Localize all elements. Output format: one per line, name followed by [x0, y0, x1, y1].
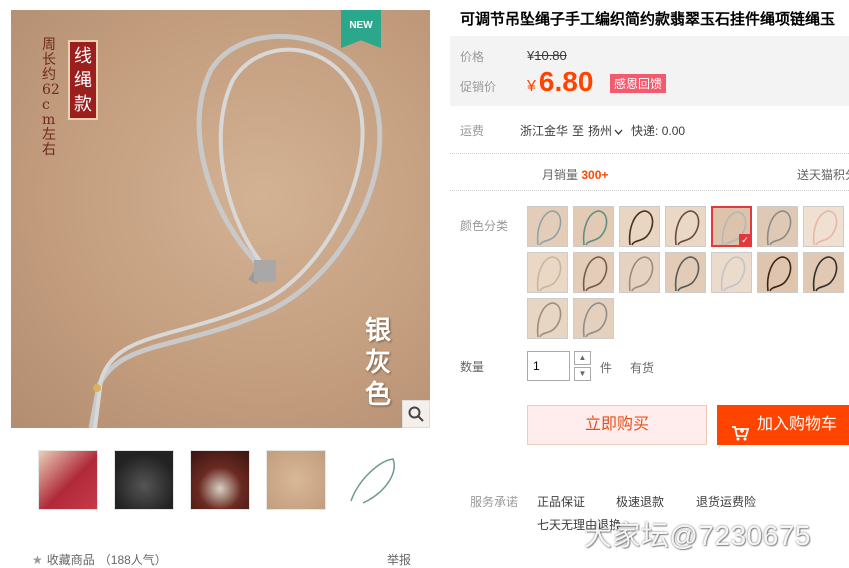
- chevron-down-icon[interactable]: [614, 124, 623, 138]
- original-price-value: 10.80: [534, 48, 567, 63]
- color-swatch[interactable]: [711, 252, 752, 293]
- selected-check-icon: ✓: [739, 234, 750, 245]
- add-to-cart-label: 加入购物车: [757, 416, 838, 433]
- swatch-cord-drawing: [812, 210, 838, 246]
- swatch-cord-drawing: [812, 256, 838, 292]
- color-swatch[interactable]: [573, 206, 614, 247]
- color-swatch[interactable]: ✓: [711, 206, 752, 247]
- price-label: 价格: [460, 50, 485, 64]
- length-note: 周长约62cm左右: [42, 37, 60, 158]
- swatch-cord-drawing: [536, 302, 562, 338]
- swatch-cord-drawing: [674, 256, 700, 292]
- swatch-cord-drawing: [582, 302, 608, 338]
- buy-now-button[interactable]: 立即购买: [527, 405, 707, 445]
- color-name-overlay: 银灰色: [365, 316, 392, 410]
- cart-icon: [731, 417, 750, 445]
- swatch-cord-drawing: [582, 256, 608, 292]
- promo-tag: 感恩回馈: [610, 74, 667, 93]
- thumbnail-strip: [38, 450, 402, 510]
- color-swatch[interactable]: [757, 252, 798, 293]
- thumbnail-1[interactable]: [38, 450, 98, 510]
- zoom-button[interactable]: [402, 400, 430, 428]
- popularity-count: （188人气）: [98, 553, 167, 567]
- monthly-sales-count: 300+: [581, 168, 609, 182]
- main-product-image[interactable]: NEW 周长约62cm左右 线绳款 银灰色: [11, 10, 430, 428]
- cord-thumbnail-drawing: [350, 458, 395, 504]
- magnifier-icon: [408, 406, 424, 422]
- stock-status: 有货: [630, 361, 655, 375]
- thumbnail-2[interactable]: [114, 450, 174, 510]
- color-swatch[interactable]: [619, 206, 660, 247]
- promo-price-value: 6.80: [538, 66, 594, 97]
- swatch-cord-drawing: [582, 210, 608, 246]
- color-swatch[interactable]: [665, 206, 706, 247]
- quantity-unit: 件: [600, 361, 613, 375]
- monthly-sales-label: 月销量: [542, 168, 579, 182]
- promo-price: ¥6.80: [527, 66, 593, 98]
- swatch-cord-drawing: [720, 256, 746, 292]
- shipping-row: 运费 浙江金华 至 扬州 快递: 0.00: [460, 122, 849, 139]
- color-swatch[interactable]: [573, 252, 614, 293]
- ship-to-word: 至: [572, 124, 585, 138]
- color-swatch[interactable]: [665, 252, 706, 293]
- swatch-cord-drawing: [766, 210, 792, 246]
- quantity-label: 数量: [460, 360, 485, 374]
- swatch-cord-drawing: [536, 210, 562, 246]
- color-swatch[interactable]: [527, 252, 568, 293]
- favorite-label: 收藏商品: [46, 553, 95, 567]
- color-swatch[interactable]: [803, 206, 844, 247]
- tmall-points: 送天猫积分: [797, 168, 849, 182]
- promo-price-label: 促销价: [460, 80, 497, 94]
- sales-row: 月销量 300+ 送天猫积分: [450, 153, 849, 191]
- service-item[interactable]: 正品保证: [537, 493, 585, 510]
- price-panel: 价格 ¥10.80 促销价 ¥6.80 感恩回馈: [450, 36, 849, 106]
- color-swatch[interactable]: [803, 252, 844, 293]
- thumbnail-3[interactable]: [190, 450, 250, 510]
- quantity-increase-button[interactable]: ▲: [574, 351, 591, 365]
- favorite-link[interactable]: ★ 收藏商品 （188人气）: [32, 551, 167, 568]
- star-icon: ★: [32, 552, 43, 567]
- service-item[interactable]: 极速退款: [616, 493, 664, 510]
- quantity-decrease-button[interactable]: ▼: [574, 367, 591, 381]
- thumbnail-5[interactable]: [342, 450, 402, 510]
- color-swatch[interactable]: [757, 206, 798, 247]
- monthly-sales: 月销量 300+: [542, 166, 608, 183]
- original-price: ¥10.80: [527, 48, 567, 63]
- promo-currency: ¥: [527, 78, 536, 95]
- swatch-cord-drawing: [536, 256, 562, 292]
- ship-from: 浙江金华: [520, 124, 569, 138]
- style-seal: 线绳款: [68, 40, 98, 120]
- ship-destination[interactable]: 扬州: [588, 122, 612, 139]
- service-item[interactable]: 退货运费险: [696, 493, 756, 510]
- color-swatch-grid: ✓: [527, 206, 849, 339]
- swatch-cord-drawing: [628, 210, 654, 246]
- color-swatch[interactable]: [619, 252, 660, 293]
- service-label: 服务承诺: [470, 495, 519, 509]
- report-link[interactable]: 举报: [387, 551, 411, 568]
- add-to-cart-button[interactable]: 加入购物车: [717, 405, 849, 445]
- color-swatch[interactable]: [573, 298, 614, 339]
- color-label: 颜色分类: [460, 219, 509, 233]
- watermark: 大家坛@7230675: [584, 520, 811, 551]
- product-title: 可调节吊坠绳子手工编织简约款翡翠玉石挂件绳项链绳玉: [460, 11, 836, 28]
- color-swatch[interactable]: [527, 298, 568, 339]
- swatch-cord-drawing: [674, 210, 700, 246]
- color-swatch[interactable]: [527, 206, 568, 247]
- swatch-cord-drawing: [628, 256, 654, 292]
- shipping-label: 运费: [460, 124, 485, 138]
- swatch-cord-drawing: [766, 256, 792, 292]
- ship-method: 快递: 0.00: [631, 124, 686, 138]
- quantity-input[interactable]: [527, 351, 570, 381]
- thumbnail-4[interactable]: [266, 450, 326, 510]
